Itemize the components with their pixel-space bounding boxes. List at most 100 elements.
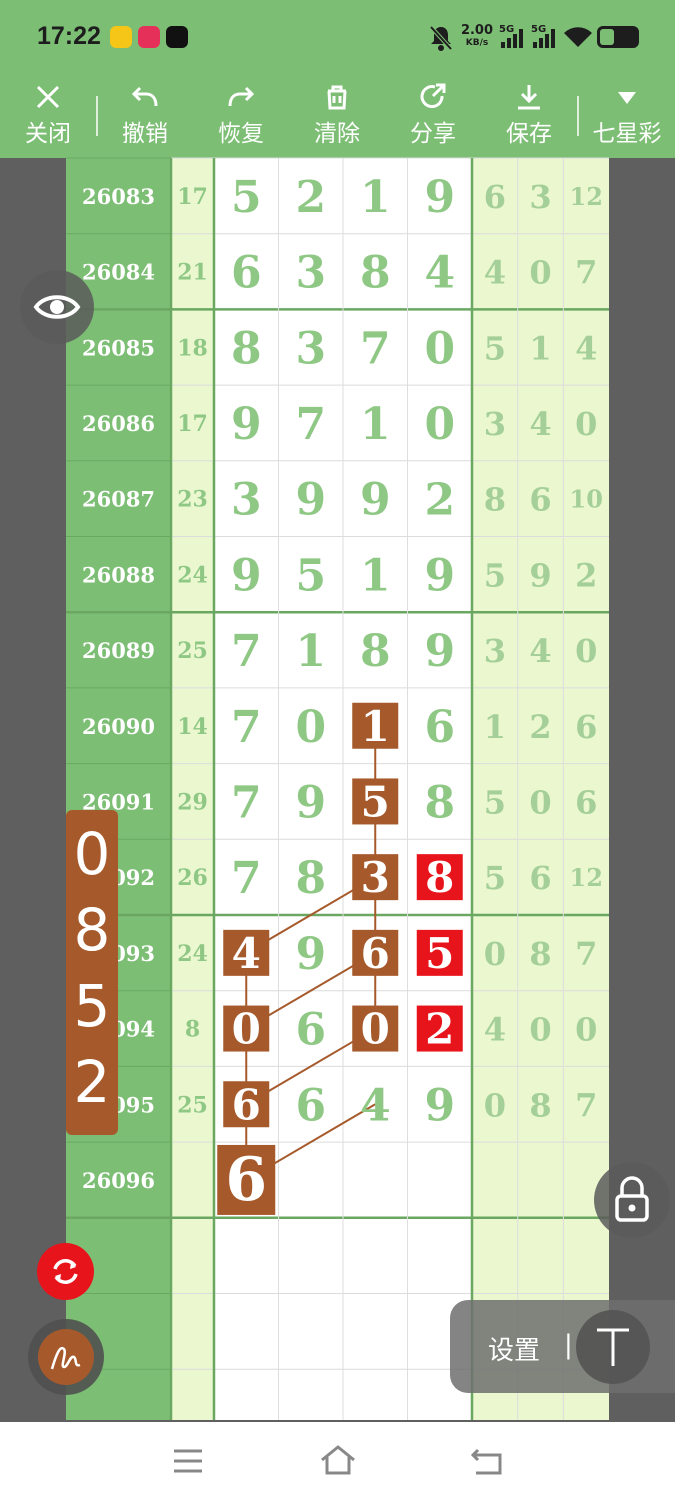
period-number: 26087 xyxy=(82,487,155,512)
digit-cell[interactable]: 3 xyxy=(231,475,262,526)
digit-cell[interactable]: 1 xyxy=(360,172,391,223)
extra-value: 4 xyxy=(529,405,551,443)
extra-value: 0 xyxy=(529,1011,551,1049)
period-number: 26084 xyxy=(82,260,155,285)
digit-cell[interactable]: 8 xyxy=(295,853,326,904)
extra-value: 6 xyxy=(529,481,551,519)
settings-panel: 设置 | xyxy=(450,1300,675,1393)
digit-cell[interactable]: 9 xyxy=(424,1080,455,1131)
extra-value: 5 xyxy=(484,783,506,821)
digit-cell[interactable]: 9 xyxy=(424,626,455,677)
extra-value: 6 xyxy=(575,783,597,821)
extra-value: 5 xyxy=(484,556,506,594)
extra-value: 4 xyxy=(484,254,506,292)
digit-cell[interactable]: 7 xyxy=(360,323,391,374)
eye-button[interactable] xyxy=(20,270,94,344)
refresh-button[interactable] xyxy=(37,1243,94,1300)
digit-cell[interactable]: 6 xyxy=(231,248,262,299)
digit-cell[interactable]: 9 xyxy=(295,929,326,980)
extra-value: 3 xyxy=(484,405,506,443)
settings-button[interactable]: 设置 xyxy=(488,1330,540,1367)
sum-value: 24 xyxy=(177,941,208,967)
digit-cell[interactable]: 8 xyxy=(360,248,391,299)
digit-cell[interactable]: 3 xyxy=(295,248,326,299)
digit-cell[interactable]: 8 xyxy=(424,777,455,828)
lock-button[interactable] xyxy=(594,1162,670,1238)
eye-icon xyxy=(33,295,81,319)
period-number: 26083 xyxy=(82,184,155,209)
period-number: 26088 xyxy=(82,562,155,587)
digit-cell[interactable]: 2 xyxy=(295,172,326,223)
extra-value: 4 xyxy=(529,632,551,670)
digit-cell[interactable]: 6 xyxy=(424,702,455,753)
digit-cell[interactable]: 9 xyxy=(295,475,326,526)
extra-value: 1 xyxy=(529,329,551,367)
lottery-trend-grid[interactable]: 26083 17 5 2 1 9 6 3 1226084 21 6 3 8 4 4 0 726085 18 8 3 7 0… xyxy=(0,0,675,1500)
digit-cell[interactable]: 7 xyxy=(231,853,262,904)
period-number: 26090 xyxy=(82,714,155,739)
digit-cell[interactable]: 4 xyxy=(360,1080,391,1131)
highlighted-digit: 6 xyxy=(361,929,390,978)
extra-value: 8 xyxy=(529,1086,551,1124)
extra-value: 10 xyxy=(570,485,603,514)
digit-cell[interactable]: 3 xyxy=(295,323,326,374)
digit-cell[interactable]: 4 xyxy=(424,248,455,299)
digit-cell[interactable]: 9 xyxy=(295,777,326,828)
digit-cell[interactable]: 5 xyxy=(295,550,326,601)
menu-icon[interactable] xyxy=(172,1448,204,1474)
highlighted-digit: 2 xyxy=(425,1005,454,1054)
digit-cell[interactable]: 6 xyxy=(295,1005,326,1056)
digit-cell[interactable]: 2 xyxy=(424,475,455,526)
digit-cell[interactable]: 7 xyxy=(231,702,262,753)
selected-digit: 5 xyxy=(73,972,111,1040)
digit-cell[interactable]: 1 xyxy=(360,399,391,450)
digit-cell[interactable]: 8 xyxy=(360,626,391,677)
text-tool-button[interactable] xyxy=(576,1310,650,1384)
period-number: 26085 xyxy=(82,335,155,360)
lock-icon xyxy=(615,1176,649,1222)
sum-value: 24 xyxy=(177,562,208,588)
digit-cell[interactable]: 9 xyxy=(424,550,455,601)
highlighted-digit: 8 xyxy=(425,853,454,902)
brush-color-swatch xyxy=(38,1329,94,1385)
sum-value: 21 xyxy=(177,260,208,286)
selected-digits-panel[interactable]: 0 8 5 2 xyxy=(66,810,118,1135)
selected-digit: 0 xyxy=(73,820,111,888)
highlighted-digit: 1 xyxy=(361,702,390,751)
highlighted-digit: 6 xyxy=(232,1080,261,1129)
extra-value: 0 xyxy=(575,632,597,670)
back-icon[interactable] xyxy=(470,1446,504,1476)
extra-value: 0 xyxy=(484,1086,506,1124)
extra-value: 0 xyxy=(575,405,597,443)
digit-cell[interactable]: 8 xyxy=(231,323,262,374)
home-icon[interactable] xyxy=(320,1444,356,1476)
digit-cell[interactable]: 9 xyxy=(231,550,262,601)
sum-value: 25 xyxy=(177,638,208,664)
digit-cell[interactable]: 7 xyxy=(231,626,262,677)
extra-value: 3 xyxy=(529,178,551,216)
extra-value: 5 xyxy=(484,859,506,897)
digit-cell[interactable]: 0 xyxy=(424,399,455,450)
sum-value: 17 xyxy=(177,184,208,210)
digit-cell[interactable]: 0 xyxy=(424,323,455,374)
extra-value: 0 xyxy=(529,783,551,821)
digit-cell[interactable]: 9 xyxy=(231,399,262,450)
brush-button[interactable] xyxy=(28,1319,104,1395)
digit-cell[interactable]: 1 xyxy=(360,550,391,601)
extra-value: 12 xyxy=(570,863,603,892)
highlighted-digit: 5 xyxy=(361,777,390,826)
digit-cell[interactable]: 7 xyxy=(231,777,262,828)
highlighted-digit: 4 xyxy=(232,929,261,978)
digit-cell[interactable]: 9 xyxy=(424,172,455,223)
digit-cell[interactable]: 6 xyxy=(295,1080,326,1131)
highlighted-digit: 6 xyxy=(225,1145,267,1215)
digit-cell[interactable]: 9 xyxy=(360,475,391,526)
extra-value: 3 xyxy=(484,632,506,670)
digit-cell[interactable]: 1 xyxy=(295,626,326,677)
settings-separator: | xyxy=(564,1330,573,1360)
digit-cell[interactable]: 5 xyxy=(231,172,262,223)
digit-cell[interactable]: 7 xyxy=(295,399,326,450)
sum-value: 23 xyxy=(177,487,208,513)
sum-value: 8 xyxy=(185,1017,200,1043)
digit-cell[interactable]: 0 xyxy=(295,702,326,753)
